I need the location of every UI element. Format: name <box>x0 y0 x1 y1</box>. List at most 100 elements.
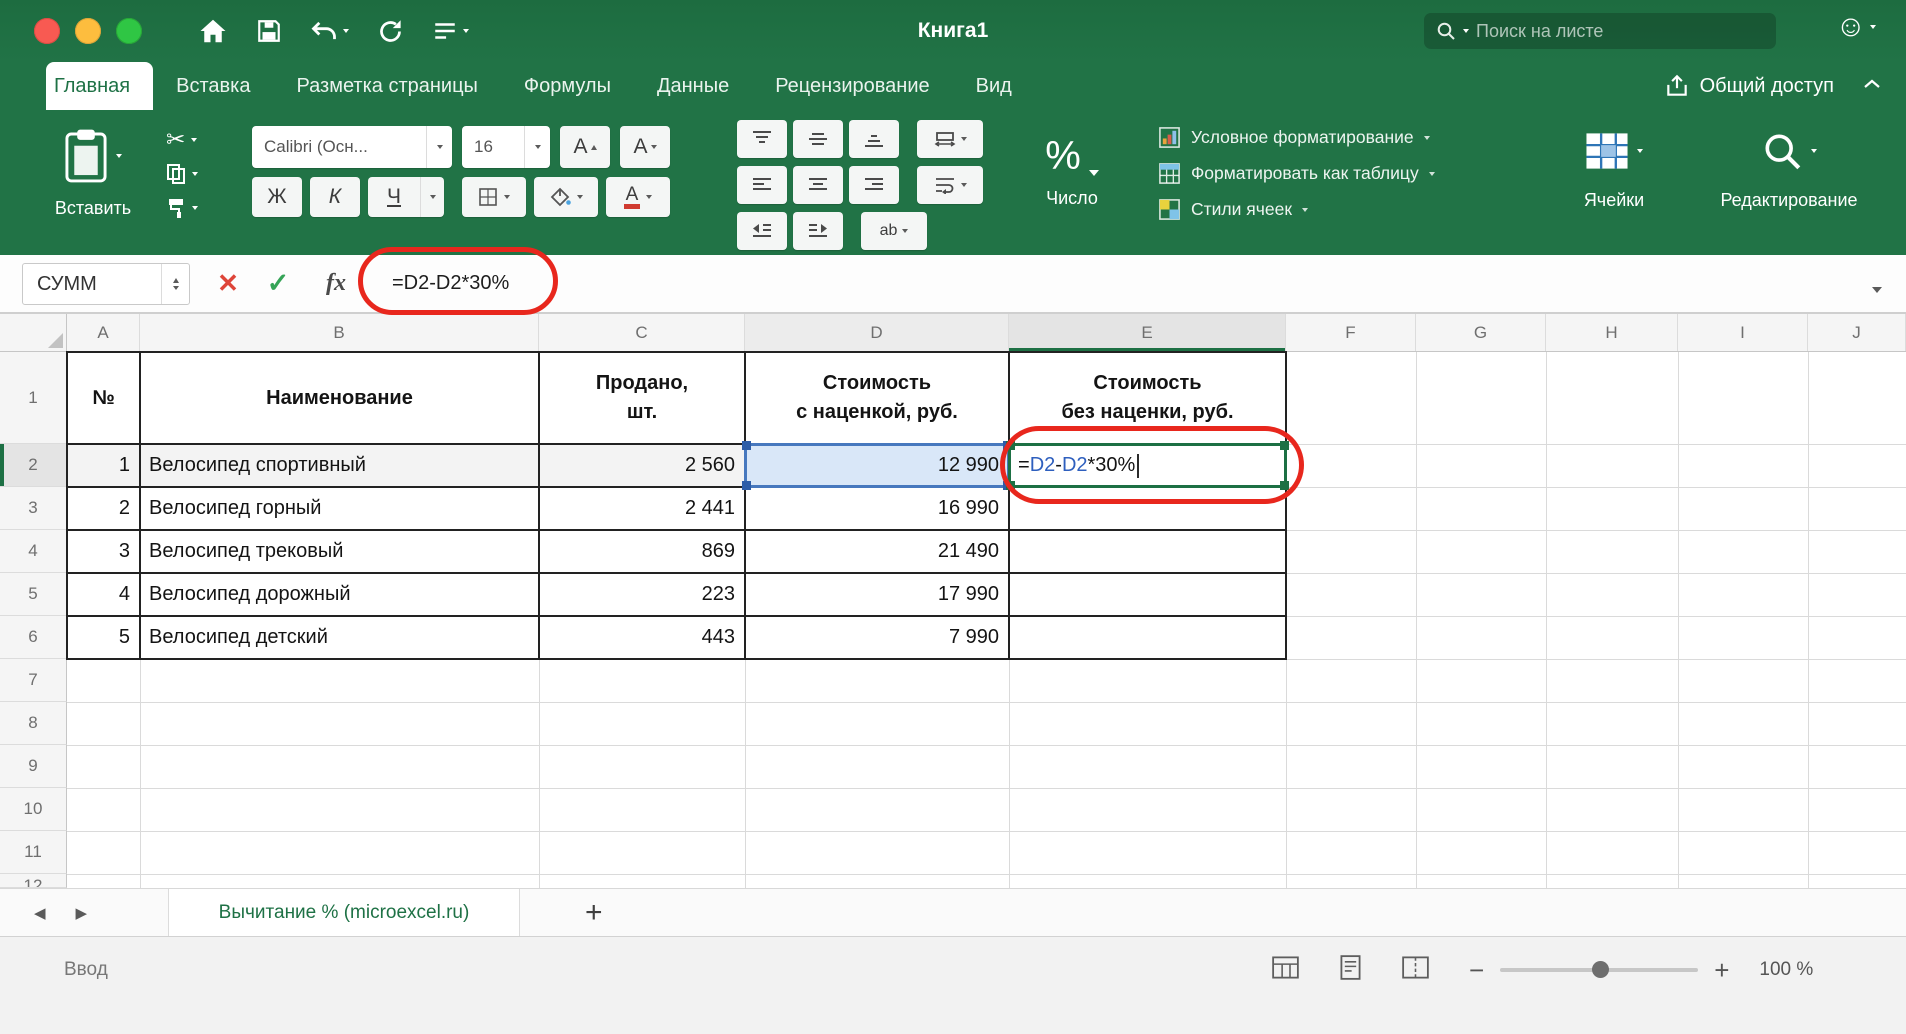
orientation-button[interactable]: ab <box>861 212 927 250</box>
align-center-button[interactable] <box>793 166 843 204</box>
cell-b3[interactable]: Велосипед горный <box>141 488 540 531</box>
fill-color-button[interactable] <box>534 177 598 217</box>
maximize-button[interactable] <box>116 18 142 44</box>
redo-button[interactable] <box>377 18 404 45</box>
row-header-2[interactable]: 2 <box>0 444 67 487</box>
column-header-c[interactable]: C <box>539 314 745 351</box>
merge-center-button[interactable] <box>917 120 983 158</box>
view-page-layout-button[interactable] <box>1339 955 1362 985</box>
cell-a1[interactable]: № <box>68 353 141 445</box>
align-middle-button[interactable] <box>793 120 843 158</box>
wrap-text-button[interactable] <box>917 166 983 204</box>
cell-c1[interactable]: Продано, шт. <box>540 353 746 445</box>
cell-a4[interactable]: 3 <box>68 531 141 574</box>
column-header-b[interactable]: B <box>140 314 539 351</box>
cell-e1[interactable]: Стоимость без наценки, руб. <box>1010 353 1287 445</box>
cell-d2[interactable]: 12 990 <box>746 445 1010 488</box>
cell-e5[interactable] <box>1010 574 1287 617</box>
align-right-button[interactable] <box>849 166 899 204</box>
worksheet-grid[interactable]: A B C D E F G H I J 1 2 3 4 5 6 7 8 9 10… <box>0 314 1906 888</box>
editing-button[interactable]: Редактирование <box>1700 120 1878 211</box>
underline-button[interactable]: Ч <box>368 177 444 217</box>
cell-a2[interactable]: 1 <box>68 445 141 488</box>
zoom-in-button[interactable]: + <box>1714 957 1729 983</box>
borders-button[interactable] <box>462 177 526 217</box>
column-header-h[interactable]: H <box>1546 314 1678 351</box>
cell-c5[interactable]: 223 <box>540 574 746 617</box>
zoom-slider[interactable] <box>1500 968 1698 972</box>
cell-d4[interactable]: 21 490 <box>746 531 1010 574</box>
ribbon-display-options-button[interactable] <box>432 21 469 41</box>
cells-button[interactable]: Ячейки <box>1568 120 1660 211</box>
cell-styles-button[interactable]: Стили ячеек <box>1158 198 1435 221</box>
cell-c4[interactable]: 869 <box>540 531 746 574</box>
tab-data[interactable]: Данные <box>634 62 752 110</box>
percent-style-button[interactable]: % <box>1022 122 1122 180</box>
zoom-slider-thumb[interactable] <box>1592 961 1609 978</box>
cell-c6[interactable]: 443 <box>540 617 746 660</box>
cell-a5[interactable]: 4 <box>68 574 141 617</box>
tab-insert[interactable]: Вставка <box>153 62 273 110</box>
copy-button[interactable] <box>166 163 198 185</box>
cell-e2-active[interactable]: =D2-D2*30% <box>1010 445 1287 488</box>
search-input[interactable] <box>1476 21 1764 42</box>
decrease-indent-button[interactable] <box>737 212 787 250</box>
font-name-select[interactable]: Calibri (Осн... <box>252 126 452 168</box>
tab-home[interactable]: Главная <box>46 62 153 110</box>
column-header-g[interactable]: G <box>1416 314 1546 351</box>
increase-font-button[interactable]: A <box>560 126 610 168</box>
sheet-search-box[interactable] <box>1424 13 1776 49</box>
cell-e4[interactable] <box>1010 531 1287 574</box>
row-header-1[interactable]: 1 <box>0 352 67 444</box>
bold-button[interactable]: Ж <box>252 177 302 217</box>
conditional-formatting-button[interactable]: Условное форматирование <box>1158 126 1435 149</box>
cell-b4[interactable]: Велосипед трековый <box>141 531 540 574</box>
cell-e3[interactable] <box>1010 488 1287 531</box>
formula-input[interactable]: =D2-D2*30% <box>392 255 509 312</box>
cell-e6[interactable] <box>1010 617 1287 660</box>
zoom-level-label[interactable]: 100 % <box>1759 959 1813 981</box>
cell-b2[interactable]: Велосипед спортивный <box>141 445 540 488</box>
add-sheet-button[interactable]: + <box>585 889 603 937</box>
column-header-a[interactable]: A <box>67 314 140 351</box>
tab-formulas[interactable]: Формулы <box>501 62 634 110</box>
row-header-8[interactable]: 8 <box>0 702 67 745</box>
cell-b1[interactable]: Наименование <box>141 353 540 445</box>
previous-sheet-button[interactable]: ◀ <box>34 904 46 922</box>
row-header-10[interactable]: 10 <box>0 788 67 831</box>
tab-review[interactable]: Рецензирование <box>752 62 952 110</box>
font-size-select[interactable]: 16 <box>462 126 550 168</box>
cell-a6[interactable]: 5 <box>68 617 141 660</box>
insert-function-button[interactable]: fx <box>312 255 360 312</box>
column-header-f[interactable]: F <box>1286 314 1416 351</box>
name-box[interactable]: СУММ <box>22 263 190 305</box>
cell-b5[interactable]: Велосипед дорожный <box>141 574 540 617</box>
column-header-i[interactable]: I <box>1678 314 1808 351</box>
row-header-6[interactable]: 6 <box>0 616 67 659</box>
row-header-3[interactable]: 3 <box>0 487 67 530</box>
select-all-corner[interactable] <box>0 314 67 351</box>
format-painter-button[interactable] <box>166 197 198 219</box>
cancel-button[interactable]: ✕ <box>206 255 250 312</box>
save-button[interactable] <box>256 18 282 44</box>
name-box-spinner[interactable] <box>161 264 189 304</box>
italic-button[interactable]: К <box>310 177 360 217</box>
close-button[interactable] <box>34 18 60 44</box>
enter-button[interactable]: ✓ <box>256 255 300 312</box>
cell-d1[interactable]: Стоимость с наценкой, руб. <box>746 353 1010 445</box>
column-header-e[interactable]: E <box>1009 314 1286 351</box>
view-normal-button[interactable] <box>1272 956 1299 984</box>
next-sheet-button[interactable]: ▶ <box>76 904 88 922</box>
cell-d6[interactable]: 7 990 <box>746 617 1010 660</box>
zoom-out-button[interactable]: − <box>1469 957 1484 983</box>
font-color-button[interactable]: А <box>606 177 670 217</box>
cell-d5[interactable]: 17 990 <box>746 574 1010 617</box>
row-header-9[interactable]: 9 <box>0 745 67 788</box>
column-header-j[interactable]: J <box>1808 314 1906 351</box>
row-header-12[interactable]: 12 <box>0 874 67 888</box>
align-top-button[interactable] <box>737 120 787 158</box>
increase-indent-button[interactable] <box>793 212 843 250</box>
cell-c2[interactable]: 2 560 <box>540 445 746 488</box>
row-header-5[interactable]: 5 <box>0 573 67 616</box>
column-header-d[interactable]: D <box>745 314 1009 351</box>
